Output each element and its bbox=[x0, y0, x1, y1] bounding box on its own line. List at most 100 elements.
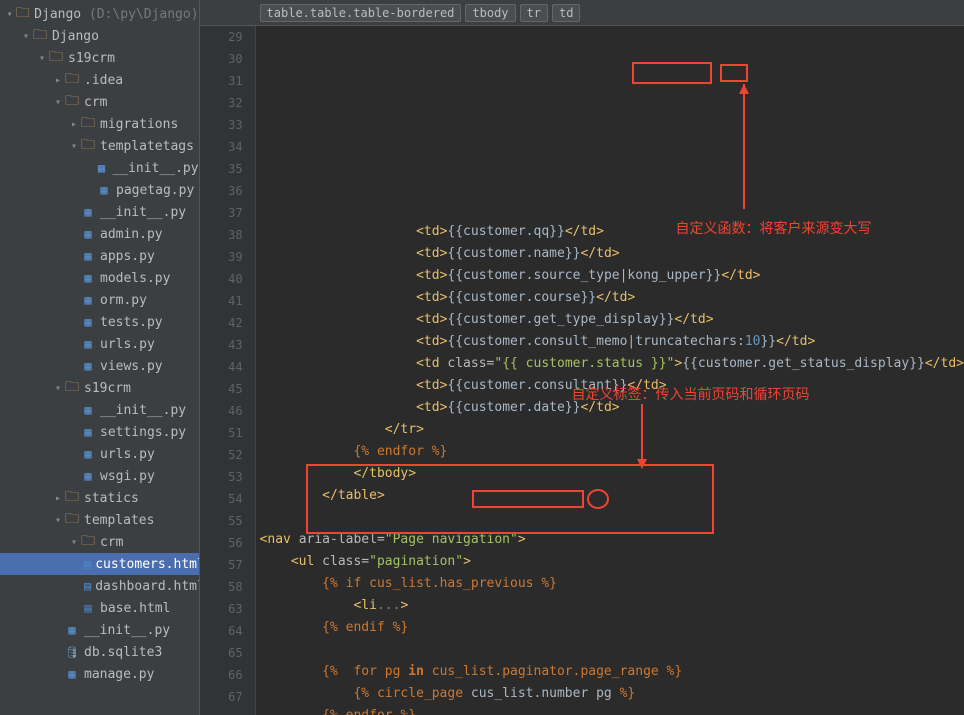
project-tree[interactable]: Django (D:\py\Django)Djangos19crm.ideacr… bbox=[0, 0, 200, 715]
db-icon bbox=[64, 644, 80, 660]
code-line[interactable]: {% endfor %} bbox=[256, 705, 964, 715]
code-line[interactable]: <td>{{customer.name}}</td> bbox=[256, 243, 964, 265]
folder-icon bbox=[64, 490, 80, 506]
line-number: 39 bbox=[200, 246, 243, 268]
breadcrumb-item[interactable]: table.table.table-bordered bbox=[260, 4, 462, 22]
line-number: 66 bbox=[200, 664, 243, 686]
tree-item-models-py[interactable]: models.py bbox=[0, 267, 199, 289]
tree-label: crm bbox=[84, 95, 107, 110]
tree-item-django[interactable]: Django (D:\py\Django) bbox=[0, 3, 199, 25]
code-line[interactable]: <li...> bbox=[256, 595, 964, 617]
tree-label: __init__.py bbox=[84, 623, 170, 638]
code-line[interactable]: <td class="{{ customer.status }}">{{cust… bbox=[256, 353, 964, 375]
tree-item-s19crm[interactable]: s19crm bbox=[0, 47, 199, 69]
code-line[interactable]: <nav aria-label="Page navigation"> bbox=[256, 529, 964, 551]
tree-label: dashboard.html bbox=[95, 579, 199, 594]
code-line[interactable]: {% for pg in cus_list.paginator.page_ran… bbox=[256, 661, 964, 683]
code-line[interactable]: {% endif %} bbox=[256, 617, 964, 639]
tree-item-customers-html[interactable]: customers.html bbox=[0, 553, 199, 575]
line-number: 57 bbox=[200, 554, 243, 576]
tree-arrow-icon[interactable] bbox=[4, 9, 15, 20]
code-content[interactable]: 自定义函数：将客户来源变大写 自定义标签：传入当前页码和循环页码 <td>{ bbox=[256, 26, 964, 715]
tree-item-dashboard-html[interactable]: dashboard.html bbox=[0, 575, 199, 597]
code-line[interactable]: {% if cus_list.has_previous %} bbox=[256, 573, 964, 595]
line-number: 53 bbox=[200, 466, 243, 488]
tree-item-crm[interactable]: crm bbox=[0, 531, 199, 553]
folder-icon bbox=[32, 28, 48, 44]
py-icon bbox=[80, 292, 96, 308]
tree-item-urls-py[interactable]: urls.py bbox=[0, 333, 199, 355]
code-line[interactable]: {% circle_page cus_list.number pg %} bbox=[256, 683, 964, 705]
line-number: 52 bbox=[200, 444, 243, 466]
tree-item-tests-py[interactable]: tests.py bbox=[0, 311, 199, 333]
py-icon bbox=[80, 226, 96, 242]
code-line[interactable]: <ul class="pagination"> bbox=[256, 551, 964, 573]
tree-arrow-icon[interactable] bbox=[52, 515, 64, 526]
html-icon bbox=[84, 578, 91, 594]
tree-label: s19crm bbox=[84, 381, 131, 396]
tree-item-settings-py[interactable]: settings.py bbox=[0, 421, 199, 443]
py-icon bbox=[96, 182, 112, 198]
tree-item---init---py[interactable]: __init__.py bbox=[0, 399, 199, 421]
tree-item-pagetag-py[interactable]: pagetag.py bbox=[0, 179, 199, 201]
tree-arrow-icon[interactable] bbox=[52, 97, 64, 108]
code-line[interactable] bbox=[256, 507, 964, 529]
folder-icon bbox=[48, 50, 64, 66]
line-number: 58 bbox=[200, 576, 243, 598]
tree-item-django[interactable]: Django bbox=[0, 25, 199, 47]
tree-arrow-icon[interactable] bbox=[68, 537, 80, 548]
annotation-note-2: 自定义标签：传入当前页码和循环页码 bbox=[572, 384, 810, 404]
tree-label: settings.py bbox=[100, 425, 186, 440]
code-line[interactable] bbox=[256, 639, 964, 661]
code-line[interactable]: {% endfor %} bbox=[256, 441, 964, 463]
code-area[interactable]: 2930313233343536373839404142434445465152… bbox=[200, 26, 964, 715]
code-line[interactable]: </tr> bbox=[256, 419, 964, 441]
line-number: 56 bbox=[200, 532, 243, 554]
tree-item-manage-py[interactable]: manage.py bbox=[0, 663, 199, 685]
tree-item-s19crm[interactable]: s19crm bbox=[0, 377, 199, 399]
tree-item-base-html[interactable]: base.html bbox=[0, 597, 199, 619]
tree-item-urls-py[interactable]: urls.py bbox=[0, 443, 199, 465]
tree-arrow-icon[interactable] bbox=[68, 119, 80, 130]
code-line[interactable]: </table> bbox=[256, 485, 964, 507]
tree-item-wsgi-py[interactable]: wsgi.py bbox=[0, 465, 199, 487]
tree-arrow-icon[interactable] bbox=[52, 493, 64, 504]
tree-arrow-icon[interactable] bbox=[20, 31, 32, 42]
tree-item-db-sqlite3[interactable]: db.sqlite3 bbox=[0, 641, 199, 663]
tree-label: base.html bbox=[100, 601, 170, 616]
breadcrumb-item[interactable]: tbody bbox=[465, 4, 515, 22]
line-number: 29 bbox=[200, 26, 243, 48]
tree-item-apps-py[interactable]: apps.py bbox=[0, 245, 199, 267]
tree-arrow-icon[interactable] bbox=[52, 383, 64, 394]
tree-arrow-icon[interactable] bbox=[36, 53, 48, 64]
code-line[interactable]: <td>{{customer.consult_memo|truncatechar… bbox=[256, 331, 964, 353]
tree-arrow-icon[interactable] bbox=[52, 75, 64, 86]
tree-label: db.sqlite3 bbox=[84, 645, 162, 660]
tree-arrow-icon[interactable] bbox=[68, 141, 80, 152]
breadcrumb-item[interactable]: td bbox=[552, 4, 580, 22]
tree-item-templates[interactable]: templates bbox=[0, 509, 199, 531]
tree-label: models.py bbox=[100, 271, 170, 286]
code-line[interactable]: <td>{{customer.course}}</td> bbox=[256, 287, 964, 309]
tree-item---init---py[interactable]: __init__.py bbox=[0, 201, 199, 223]
code-line[interactable]: <td>{{customer.source_type|kong_upper}}<… bbox=[256, 265, 964, 287]
annotation-box-kong-upper bbox=[632, 62, 712, 84]
line-number: 43 bbox=[200, 334, 243, 356]
annotation-arrow-1 bbox=[734, 84, 754, 216]
code-line[interactable]: <td>{{customer.get_type_display}}</td> bbox=[256, 309, 964, 331]
tree-item---init---py[interactable]: __init__.py bbox=[0, 619, 199, 641]
tree-item-crm[interactable]: crm bbox=[0, 91, 199, 113]
tree-item-admin-py[interactable]: admin.py bbox=[0, 223, 199, 245]
breadcrumb-item[interactable]: tr bbox=[520, 4, 548, 22]
tree-item---init---py[interactable]: __init__.py bbox=[0, 157, 199, 179]
tree-label: views.py bbox=[100, 359, 163, 374]
tree-item-migrations[interactable]: migrations bbox=[0, 113, 199, 135]
tree-item-templatetags[interactable]: templatetags bbox=[0, 135, 199, 157]
tree-item-orm-py[interactable]: orm.py bbox=[0, 289, 199, 311]
tree-item-views-py[interactable]: views.py bbox=[0, 355, 199, 377]
tree-label: customers.html bbox=[95, 557, 199, 572]
tree-item--idea[interactable]: .idea bbox=[0, 69, 199, 91]
tree-item-statics[interactable]: statics bbox=[0, 487, 199, 509]
code-line[interactable]: </tbody> bbox=[256, 463, 964, 485]
py-icon bbox=[80, 270, 96, 286]
